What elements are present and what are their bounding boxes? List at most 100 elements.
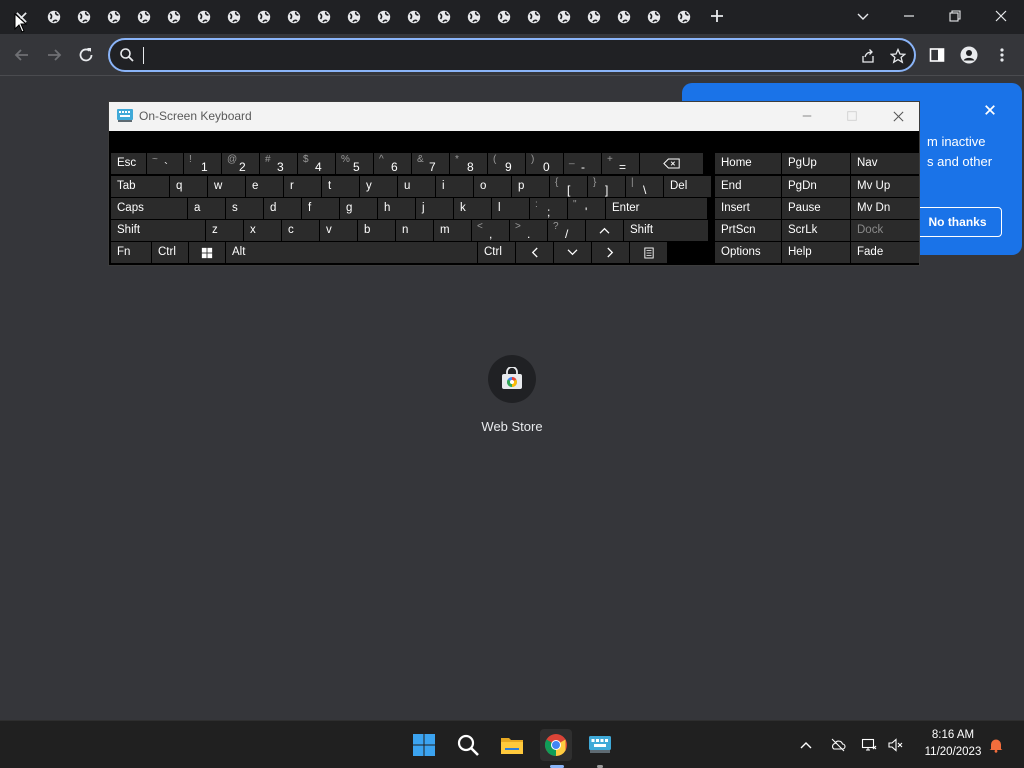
network-tray-button[interactable] <box>859 735 879 755</box>
web-store-shortcut[interactable] <box>488 355 536 403</box>
osk-key-p[interactable]: p <box>512 176 549 197</box>
osk-key[interactable]: | \ <box>626 176 663 197</box>
osk-key[interactable]: " ' <box>568 198 605 219</box>
osk-key-enter[interactable]: Enter <box>606 198 707 219</box>
osk-key[interactable]: #3 <box>260 153 297 174</box>
browser-tab[interactable] <box>45 8 63 26</box>
osk-key-tab[interactable]: Tab <box>111 176 169 197</box>
clock-time[interactable]: 8:16 AM <box>920 729 986 741</box>
start-button[interactable] <box>408 729 440 761</box>
browser-tab[interactable] <box>165 8 183 26</box>
osk-key-right-arrow[interactable] <box>592 242 629 263</box>
browser-tab[interactable] <box>405 8 423 26</box>
osk-key-end[interactable]: End <box>715 176 781 197</box>
osk-key[interactable]: _ - <box>564 153 601 174</box>
osk-key-c[interactable]: c <box>282 220 319 241</box>
osk-key-w[interactable]: w <box>208 176 245 197</box>
side-panel-button[interactable] <box>924 42 950 68</box>
notifications-button[interactable] <box>986 735 1006 755</box>
osk-key-fn[interactable]: Fn <box>111 242 151 263</box>
osk-key[interactable]: + = <box>602 153 639 174</box>
browser-tab[interactable] <box>615 8 633 26</box>
osk-key-pgup[interactable]: PgUp <box>782 153 850 174</box>
osk-minimize-button[interactable] <box>796 106 818 126</box>
osk-key[interactable]: >. <box>510 220 547 241</box>
chrome-taskbar-button[interactable] <box>540 729 572 761</box>
osk-key-windows[interactable] <box>189 242 225 263</box>
back-button[interactable] <box>9 42 35 68</box>
osk-key-d[interactable]: d <box>264 198 301 219</box>
osk-key-t[interactable]: t <box>322 176 359 197</box>
onedrive-tray-button[interactable] <box>828 735 848 755</box>
browser-tab[interactable] <box>435 8 453 26</box>
osk-key-b[interactable]: b <box>358 220 395 241</box>
osk-key-pause[interactable]: Pause <box>782 198 850 219</box>
osk-key-e[interactable]: e <box>246 176 283 197</box>
restore-button[interactable] <box>940 4 970 28</box>
osk-key-v[interactable]: v <box>320 220 357 241</box>
tab-search-button[interactable] <box>848 4 878 28</box>
osk-key[interactable]: & 7 <box>412 153 449 174</box>
close-window-button[interactable] <box>986 4 1016 28</box>
browser-tab[interactable] <box>195 8 213 26</box>
osk-key-caps[interactable]: Caps <box>111 198 187 219</box>
osk-key-menu-key[interactable] <box>630 242 667 263</box>
browser-tab[interactable] <box>675 8 693 26</box>
osk-key-esc[interactable]: Esc <box>111 153 146 174</box>
osk-key-j[interactable]: j <box>416 198 453 219</box>
osk-key-help[interactable]: Help <box>782 242 850 263</box>
osk-key-ctrl[interactable]: Ctrl <box>478 242 515 263</box>
osk-key-shift[interactable]: Shift <box>111 220 205 241</box>
promo-close-button[interactable] <box>981 101 999 119</box>
no-thanks-button[interactable]: No thanks <box>913 207 1002 237</box>
osk-key-fade[interactable]: Fade <box>851 242 919 263</box>
osk-key-shift[interactable]: Shift <box>624 220 708 241</box>
browser-tab[interactable] <box>465 8 483 26</box>
osk-key-down-arrow[interactable] <box>554 242 591 263</box>
osk-key-f[interactable]: f <box>302 198 339 219</box>
browser-tab[interactable] <box>495 8 513 26</box>
reload-button[interactable] <box>73 42 99 68</box>
menu-button[interactable] <box>989 42 1015 68</box>
osk-key[interactable]: ! 1 <box>184 153 221 174</box>
osk-key[interactable]: ^ 6 <box>374 153 411 174</box>
osk-key[interactable]: % 5 <box>336 153 373 174</box>
osk-close-button[interactable] <box>887 106 909 126</box>
osk-title-bar[interactable]: On-Screen Keyboard <box>109 102 919 131</box>
address-input[interactable] <box>140 44 840 66</box>
osk-maximize-button[interactable] <box>841 106 863 126</box>
browser-tab[interactable] <box>645 8 663 26</box>
browser-tab[interactable] <box>555 8 573 26</box>
file-explorer-button[interactable] <box>496 729 528 761</box>
osk-key-y[interactable]: y <box>360 176 397 197</box>
osk-key-h[interactable]: h <box>378 198 415 219</box>
osk-key-k[interactable]: k <box>454 198 491 219</box>
osk-key-o[interactable]: o <box>474 176 511 197</box>
address-bar[interactable] <box>108 38 916 72</box>
profile-button[interactable] <box>956 42 982 68</box>
forward-button[interactable] <box>41 42 67 68</box>
osk-key-space[interactable] <box>262 242 473 263</box>
osk-key[interactable]: @2 <box>222 153 259 174</box>
osk-key-mv-up[interactable]: Mv Up <box>851 176 919 197</box>
minimize-button[interactable] <box>894 4 924 28</box>
osk-key-left-arrow[interactable] <box>516 242 553 263</box>
browser-tab[interactable] <box>285 8 303 26</box>
taskbar-search-button[interactable] <box>452 729 484 761</box>
osk-key-options[interactable]: Options <box>715 242 781 263</box>
osk-key[interactable]: * 8 <box>450 153 487 174</box>
osk-key[interactable]: :; <box>530 198 567 219</box>
osk-key-m[interactable]: m <box>434 220 471 241</box>
share-button[interactable] <box>858 46 878 66</box>
browser-tab[interactable] <box>75 8 93 26</box>
browser-tab[interactable] <box>255 8 273 26</box>
new-tab-button[interactable] <box>702 4 732 28</box>
browser-tab[interactable] <box>315 8 333 26</box>
browser-tab[interactable] <box>585 8 603 26</box>
osk-key-up-arrow[interactable] <box>586 220 623 241</box>
osk-key-g[interactable]: g <box>340 198 377 219</box>
osk-key-backspace[interactable] <box>640 153 703 174</box>
osk-key-dock[interactable]: Dock <box>851 220 919 241</box>
osk-key-q[interactable]: q <box>170 176 207 197</box>
osk-key-insert[interactable]: Insert <box>715 198 781 219</box>
